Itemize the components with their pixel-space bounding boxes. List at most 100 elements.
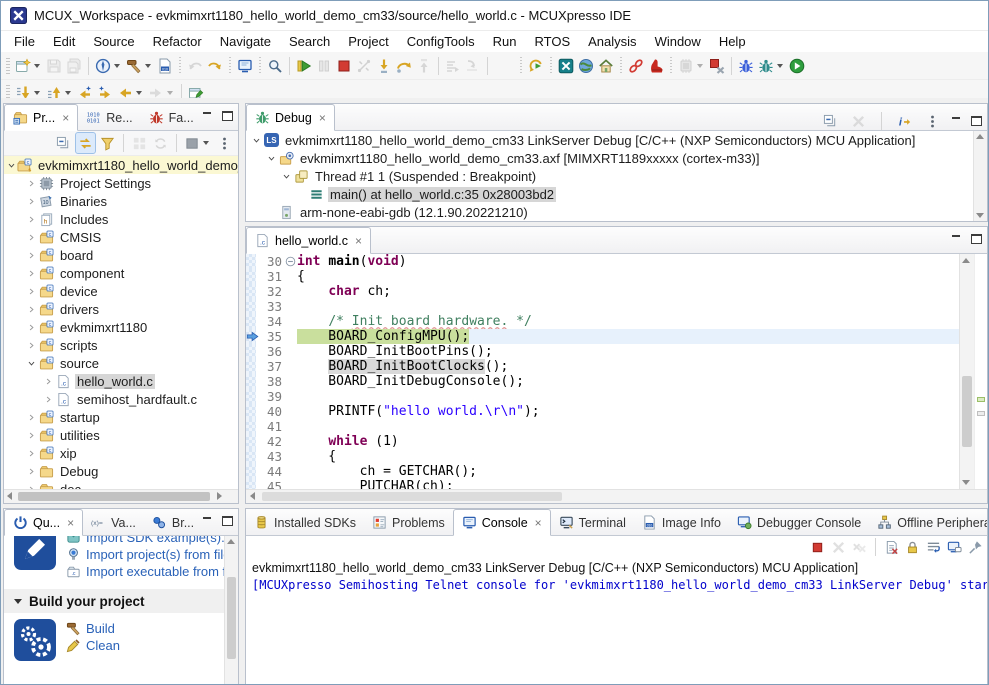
- tree-item-main-at-hello-world-c-35-0x28003bd2[interactable]: main() at hello_world.c:35 0x28003bd2: [246, 185, 987, 203]
- build-hammer-button[interactable]: [124, 55, 155, 76]
- view-menu-button[interactable]: [215, 133, 234, 153]
- quickstart-import-project-s-from-file-sy[interactable]: Import project(s) from file sy: [66, 547, 238, 562]
- quickstart-clean[interactable]: Clean: [66, 638, 120, 653]
- line-number[interactable]: 35: [256, 329, 284, 344]
- link-with-editor-button[interactable]: [75, 132, 96, 154]
- step-into-button[interactable]: [374, 55, 394, 76]
- collapsed-arrow-icon[interactable]: [24, 413, 38, 422]
- tab-fa[interactable]: Fa...: [141, 105, 202, 130]
- tab-hello-world-c[interactable]: .chello_world.c×: [246, 227, 371, 254]
- line-number[interactable]: 32: [256, 284, 284, 299]
- collapse-all-button[interactable]: [821, 111, 840, 131]
- menu-help[interactable]: Help: [710, 33, 755, 50]
- scroll-up-icon[interactable]: [976, 134, 984, 139]
- menu-source[interactable]: Source: [84, 33, 143, 50]
- line-number[interactable]: 44: [256, 464, 284, 479]
- menu-run[interactable]: Run: [484, 33, 526, 50]
- debug-compass-button[interactable]: [93, 55, 124, 76]
- line-number[interactable]: 43: [256, 449, 284, 464]
- new-wizard-button[interactable]: [13, 55, 44, 76]
- red-probe-button[interactable]: [646, 55, 666, 76]
- menu-project[interactable]: Project: [339, 33, 397, 50]
- code-line-32[interactable]: 32 char ch;: [246, 284, 959, 299]
- tree-item-evkmimxrt1180-hello-world-demo-cm33-link[interactable]: LSevkmimxrt1180_hello_world_demo_cm33 Li…: [246, 131, 987, 149]
- code-line-31[interactable]: 31{: [246, 269, 959, 284]
- tree-item-cmsis[interactable]: cCMSIS: [4, 228, 238, 246]
- tab-problems[interactable]: Problems: [364, 510, 453, 535]
- scrollbar-thumb[interactable]: [18, 492, 210, 501]
- menu-file[interactable]: File: [5, 33, 44, 50]
- annotation-mark-gray[interactable]: [977, 411, 985, 416]
- minimize-button[interactable]: [951, 116, 962, 126]
- minimize-button[interactable]: [951, 234, 962, 244]
- collapsed-arrow-icon[interactable]: [24, 215, 38, 224]
- line-number[interactable]: 36: [256, 344, 284, 359]
- view-menu-button[interactable]: [923, 111, 942, 131]
- tree-item-utilities[interactable]: cutilities: [4, 426, 238, 444]
- tab-debugger-console[interactable]: Debugger Console: [729, 510, 869, 535]
- collapsed-arrow-icon[interactable]: [24, 233, 38, 242]
- tab-debug[interactable]: Debug×: [246, 104, 335, 131]
- code-area[interactable]: 30int main(void)31{32 char ch;3334 /* In…: [246, 254, 959, 489]
- remove-all-terminated-button[interactable]: [849, 111, 868, 131]
- dropdown-arrow-icon[interactable]: [34, 64, 40, 68]
- step-over-button[interactable]: [394, 55, 414, 76]
- scroll-left-icon[interactable]: [7, 492, 12, 500]
- tab-terminal[interactable]: Terminal: [551, 510, 634, 535]
- filter-button[interactable]: [98, 133, 117, 153]
- code-line-45[interactable]: 45 PUTCHAR(ch);: [246, 479, 959, 489]
- scrollbar-thumb[interactable]: [262, 492, 562, 501]
- remove-launch-button[interactable]: [829, 537, 848, 557]
- scrollbar-thumb[interactable]: [227, 577, 236, 658]
- save-button[interactable]: [44, 55, 64, 76]
- line-number[interactable]: 40: [256, 404, 284, 419]
- collapsed-arrow-icon[interactable]: [24, 287, 38, 296]
- tab-qu[interactable]: Qu...×: [4, 509, 83, 536]
- code-line-36[interactable]: 36 BOARD_InitBootPins();: [246, 344, 959, 359]
- menu-rtos[interactable]: RTOS: [525, 33, 579, 50]
- menu-navigate[interactable]: Navigate: [211, 33, 280, 50]
- tree-item-thread-1-1-suspended-breakpoint[interactable]: Thread #1 1 (Suspended : Breakpoint): [246, 167, 987, 185]
- expanded-arrow-icon[interactable]: [7, 161, 16, 170]
- tree-item-project-settings[interactable]: Project Settings: [4, 174, 238, 192]
- explorer-horizontal-scrollbar[interactable]: [4, 489, 238, 503]
- scroll-down-icon[interactable]: [962, 480, 970, 485]
- collapsed-arrow-icon[interactable]: [24, 449, 38, 458]
- debug-bug-button[interactable]: [736, 55, 756, 76]
- collapsed-arrow-icon[interactable]: [24, 251, 38, 260]
- memory-button[interactable]: [676, 55, 707, 76]
- dropdown-arrow-icon[interactable]: [114, 64, 120, 68]
- tree-item-device[interactable]: cdevice: [4, 282, 238, 300]
- build-section-header[interactable]: Build your project: [4, 589, 225, 613]
- code-line-37[interactable]: 37 BOARD_InitBootClocks();: [246, 359, 959, 374]
- tab-console[interactable]: Console×: [453, 509, 551, 536]
- debug-bug-alt-button[interactable]: [756, 55, 787, 76]
- close-icon[interactable]: ×: [319, 111, 326, 125]
- line-number[interactable]: 37: [256, 359, 284, 374]
- terminate-console-button[interactable]: [808, 537, 827, 557]
- working-set-button[interactable]: [183, 133, 213, 153]
- search-button[interactable]: [265, 55, 285, 76]
- scroll-up-icon[interactable]: [227, 539, 235, 544]
- scroll-left-icon[interactable]: [250, 492, 255, 500]
- maximize-button[interactable]: [971, 234, 982, 244]
- overview-ruler[interactable]: [974, 254, 987, 489]
- expanded-arrow-icon[interactable]: [279, 172, 293, 181]
- collapsed-arrow-icon[interactable]: [24, 431, 38, 440]
- tree-item-scripts[interactable]: cscripts: [4, 336, 238, 354]
- menu-refactor[interactable]: Refactor: [144, 33, 211, 50]
- link-red-button[interactable]: [626, 55, 646, 76]
- code-line-39[interactable]: 39: [246, 389, 959, 404]
- redo-button[interactable]: [205, 55, 225, 76]
- code-line-43[interactable]: 43 {: [246, 449, 959, 464]
- tree-item-doc[interactable]: doc: [4, 480, 238, 489]
- minimize-button[interactable]: [202, 516, 213, 526]
- collapsed-arrow-icon[interactable]: [24, 305, 38, 314]
- dropdown-arrow-icon[interactable]: [65, 91, 71, 95]
- code-line-41[interactable]: 41: [246, 419, 959, 434]
- close-icon[interactable]: ×: [67, 516, 74, 530]
- instruction-stepping-button[interactable]: [443, 55, 463, 76]
- open-console-button[interactable]: [945, 537, 964, 557]
- collapsed-arrow-icon[interactable]: [24, 341, 38, 350]
- debug-vertical-scrollbar[interactable]: [973, 131, 987, 221]
